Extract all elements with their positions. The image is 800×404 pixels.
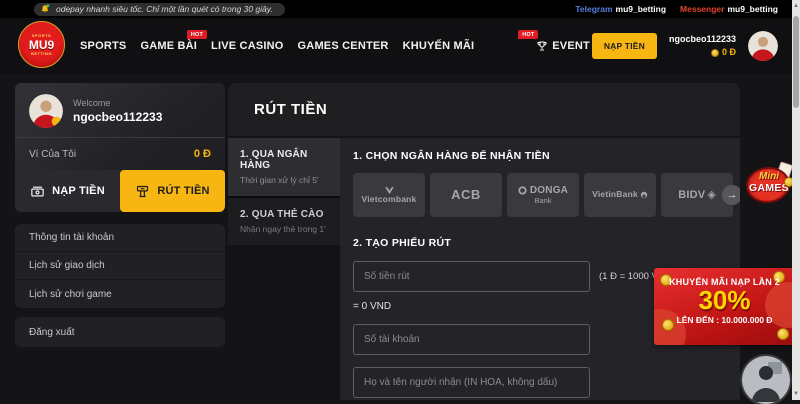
scroll-down-arrow[interactable]: ▼ xyxy=(792,389,800,399)
amount-input[interactable] xyxy=(353,261,590,292)
page-title: RÚT TIỀN xyxy=(254,101,327,118)
page-scrollbar[interactable]: ▲ ▼ xyxy=(792,0,800,400)
notification-text: odepay nhanh siêu tốc. Chỉ một lần quét … xyxy=(56,4,273,14)
nav-item-event[interactable]: HOT EVENT xyxy=(536,40,590,52)
main-menu: SPORTS HOT GAME BÀI LIVE CASINO GAMES CE… xyxy=(80,40,590,52)
coin-icon xyxy=(777,328,789,340)
messenger-link[interactable]: Messengermu9_betting xyxy=(680,4,778,14)
scroll-up-arrow[interactable]: ▲ xyxy=(792,1,800,11)
banknote-icon xyxy=(30,184,45,199)
user-block[interactable]: ngocbeo112233 0 Đ xyxy=(669,33,736,60)
nav-item-games-center[interactable]: GAMES CENTER xyxy=(298,40,389,52)
sidebar-avatar xyxy=(29,94,63,128)
promo-max-amount: LÊN ĐẾN : 10.000.000 Đ xyxy=(654,315,795,325)
atm-withdraw-icon xyxy=(135,184,150,199)
withdraw-panel: RÚT TIỀN 1. QUA NGÂN HÀNG Thời gian xử l… xyxy=(228,83,740,400)
promo-banner[interactable]: KHUYẾN MÃI NẠP LẦN 2 30% LÊN ĐẾN : 10.00… xyxy=(654,268,795,345)
welcome-label: Welcome xyxy=(73,98,162,108)
wallet-balance: 0 Đ xyxy=(194,148,211,160)
trophy-icon xyxy=(536,40,548,52)
deposit-button[interactable]: NẠP TIỀN xyxy=(592,33,657,59)
balance: 0 Đ xyxy=(669,46,736,60)
bank-list: Vietcombank ACB DONGA Bank V xyxy=(353,173,735,217)
telegram-link[interactable]: Telegrammu9_betting xyxy=(575,4,666,14)
bank-donga[interactable]: DONGA Bank xyxy=(507,173,579,217)
mini-games-widget[interactable]: Mini GAMES xyxy=(744,163,794,205)
nav-item-game-bai[interactable]: HOT GAME BÀI xyxy=(140,40,197,52)
sidebar: Welcome ngocbeo112233 Ví Của Tôi 0 Đ NẠP… xyxy=(15,83,225,347)
hot-badge: HOT xyxy=(187,30,207,39)
withdraw-tabs: 1. QUA NGÂN HÀNG Thời gian xử lý chỉ 5' … xyxy=(228,138,340,400)
create-slip-heading: 2. TẠO PHIẾU RÚT xyxy=(353,237,740,249)
account-card: Welcome ngocbeo112233 Ví Của Tôi 0 Đ NẠP… xyxy=(15,83,225,212)
sidebar-item-game-history[interactable]: Lịch sử chơi game xyxy=(15,280,225,308)
promo-percent: 30% xyxy=(654,287,795,314)
nav-item-live-casino[interactable]: LIVE CASINO xyxy=(211,40,284,52)
tab-phone-card[interactable]: 2. QUA THẺ CÀO Nhận ngay thẻ trong 1' xyxy=(228,196,340,245)
vietinbank-logo-icon xyxy=(640,191,648,199)
nav-item-khuyen-mai[interactable]: KHUYẾN MÃI xyxy=(403,40,475,52)
topbar: odepay nhanh siêu tốc. Chỉ một lần quét … xyxy=(0,0,792,18)
sidebar-withdraw-button[interactable]: RÚT TIỀN xyxy=(120,170,225,212)
tab-bank-transfer[interactable]: 1. QUA NGÂN HÀNG Thời gian xử lý chỉ 5' xyxy=(228,138,340,196)
sidebar-item-account-info[interactable]: Thông tin tài khoản xyxy=(15,224,225,252)
bank-list-next-button[interactable]: → xyxy=(722,185,740,205)
choose-bank-heading: 1. CHỌN NGÂN HÀNG ĐỂ NHẬN TIỀN xyxy=(353,150,740,162)
nav-item-sports[interactable]: SPORTS xyxy=(80,40,126,52)
bidv-logo-icon: ◈ xyxy=(707,189,715,201)
bell-icon xyxy=(40,4,50,14)
hot-badge: HOT xyxy=(518,30,538,39)
mu9-logo[interactable]: SPORTS MU9 BETTING xyxy=(18,21,65,68)
username: ngocbeo112233 xyxy=(669,33,736,47)
sidebar-deposit-button[interactable]: NẠP TIỀN xyxy=(15,170,120,212)
sidebar-menu: Thông tin tài khoản Lịch sử giao dịch Lị… xyxy=(15,224,225,308)
scrollbar-thumb[interactable] xyxy=(793,16,799,108)
bank-acb[interactable]: ACB xyxy=(430,173,502,217)
logout-button[interactable]: Đăng xuất xyxy=(15,317,225,347)
notification-pill: odepay nhanh siêu tốc. Chỉ một lần quét … xyxy=(34,3,285,16)
user-avatar[interactable] xyxy=(748,31,778,61)
account-number-input[interactable] xyxy=(353,324,590,355)
sidebar-username: ngocbeo112233 xyxy=(73,110,162,124)
bank-vietinbank[interactable]: VietinBank xyxy=(584,173,656,217)
support-chat-button[interactable] xyxy=(742,356,790,404)
donga-logo-icon xyxy=(518,186,527,195)
recipient-name-input[interactable] xyxy=(353,367,590,398)
wallet-label: Ví Của Tôi xyxy=(29,149,76,160)
sidebar-item-transaction-history[interactable]: Lịch sử giao dịch xyxy=(15,252,225,280)
coin-icon xyxy=(711,49,719,57)
bank-vietcombank[interactable]: Vietcombank xyxy=(353,173,425,217)
navbar: SPORTS MU9 BETTING SPORTS HOT GAME BÀI L… xyxy=(0,18,792,74)
